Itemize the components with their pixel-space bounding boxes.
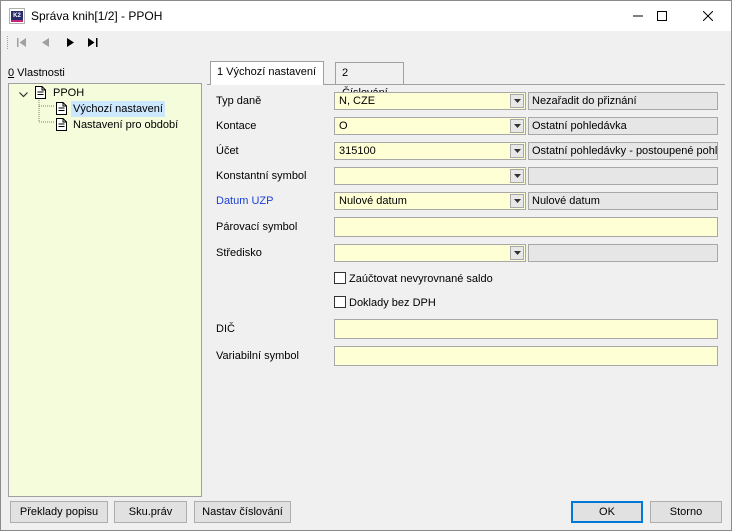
dic-label: DIČ: [216, 323, 235, 335]
zauctovat-saldo-label: Zaúčtovat nevyrovnané saldo: [349, 273, 493, 285]
doklady-bez-dph-checkbox[interactable]: [334, 296, 346, 309]
kontace-label: Kontace: [216, 120, 257, 132]
close-icon: [703, 11, 713, 21]
datum-uzp-description: Nulové datum: [528, 192, 718, 210]
title-bar: K2 Správa knih[1/2] - PPOH: [1, 1, 731, 31]
stredisko-combo[interactable]: [334, 244, 526, 262]
chevron-down-icon[interactable]: [510, 119, 524, 133]
konstantni-symbol-description: [528, 167, 718, 185]
chevron-down-icon[interactable]: [510, 94, 524, 108]
ucet-combo[interactable]: 315100: [334, 142, 526, 160]
tab-vychozi-nastaveni[interactable]: 1 Výchozí nastavení: [210, 61, 324, 85]
properties-tree[interactable]: PPOH Výchozí nastavení Nastavení pro obd…: [8, 83, 202, 497]
doklady-bez-dph-label: Doklady bez DPH: [349, 297, 436, 309]
chevron-down-icon[interactable]: [19, 92, 28, 98]
stredisko-label: Středisko: [216, 247, 262, 259]
datum-uzp-combo[interactable]: Nulové datum: [334, 192, 526, 210]
document-icon: [35, 86, 46, 99]
ucet-label: Účet: [216, 145, 239, 157]
chevron-down-icon[interactable]: [510, 194, 524, 208]
tree-node-vychozi-nastaveni[interactable]: Výchozí nastavení: [9, 101, 199, 117]
doklady-bez-dph-checkbox-row[interactable]: Doklady bez DPH: [334, 296, 436, 310]
ucet-description: Ostatní pohledávky - postoupené pohl: [528, 142, 718, 160]
last-record-icon: [88, 37, 98, 47]
kontace-description: Ostatní pohledávka: [528, 117, 718, 135]
navigation-toolbar: [1, 31, 731, 53]
document-icon: [56, 102, 67, 115]
first-record-button[interactable]: [15, 36, 29, 48]
window-title: Správa knih[1/2] - PPOH: [31, 9, 163, 23]
next-record-button[interactable]: [63, 36, 77, 48]
typ-dane-combo[interactable]: N, CZE: [334, 92, 526, 110]
dic-input[interactable]: [334, 319, 718, 339]
previous-record-button[interactable]: [38, 36, 52, 48]
tree-node-label: Výchozí nastavení: [71, 101, 165, 117]
tree-node-label: Nastavení pro období: [73, 119, 179, 131]
konstantni-symbol-label: Konstantní symbol: [216, 170, 307, 182]
zauctovat-saldo-checkbox[interactable]: [334, 272, 346, 285]
maximize-button[interactable]: [639, 1, 685, 31]
tree-node-nastaveni-pro-obdobi[interactable]: Nastavení pro období: [9, 117, 199, 133]
nastav-cislovani-button[interactable]: Nastav číslování: [194, 501, 291, 523]
stredisko-description: [528, 244, 718, 262]
zauctovat-saldo-checkbox-row[interactable]: Zaúčtovat nevyrovnané saldo: [334, 272, 493, 286]
tree-node-label: PPOH: [53, 87, 85, 99]
document-icon: [56, 118, 67, 131]
k2-app-icon: K2: [9, 8, 25, 24]
next-record-icon: [66, 37, 74, 47]
close-button[interactable]: [685, 1, 731, 31]
dialog-window: K2 Správa knih[1/2] - PPOH 0 Vlastnosti …: [0, 0, 732, 531]
chevron-down-icon[interactable]: [510, 169, 524, 183]
chevron-down-icon[interactable]: [510, 246, 524, 260]
variabilni-symbol-input[interactable]: [334, 346, 718, 366]
typ-dane-label: Typ daně: [216, 95, 262, 107]
storno-button[interactable]: Storno: [650, 501, 722, 523]
sku-prav-button[interactable]: Sku.práv: [114, 501, 187, 523]
konstantni-symbol-combo[interactable]: [334, 167, 526, 185]
datum-uzp-label: Datum UZP: [216, 195, 274, 207]
first-record-icon: [17, 37, 26, 47]
chevron-down-icon[interactable]: [510, 144, 524, 158]
typ-dane-description: Nezařadit do přiznání: [528, 92, 718, 110]
maximize-icon: [657, 11, 667, 21]
ok-button[interactable]: OK: [571, 501, 643, 523]
previous-record-icon: [41, 37, 49, 47]
parovaci-symbol-label: Párovací symbol: [216, 221, 298, 233]
properties-label: 0 Vlastnosti: [8, 67, 65, 79]
tree-node-ppoh[interactable]: PPOH: [9, 85, 199, 101]
toolbar-grip: [7, 36, 9, 49]
preklady-popisu-button[interactable]: Překlady popisu: [10, 501, 108, 523]
tab-cislovani[interactable]: 2 Číslování: [335, 62, 404, 99]
kontace-combo[interactable]: O: [334, 117, 526, 135]
variabilni-symbol-label: Variabilní symbol: [216, 350, 299, 362]
parovaci-symbol-input[interactable]: [334, 217, 718, 237]
last-record-button[interactable]: [86, 36, 100, 48]
